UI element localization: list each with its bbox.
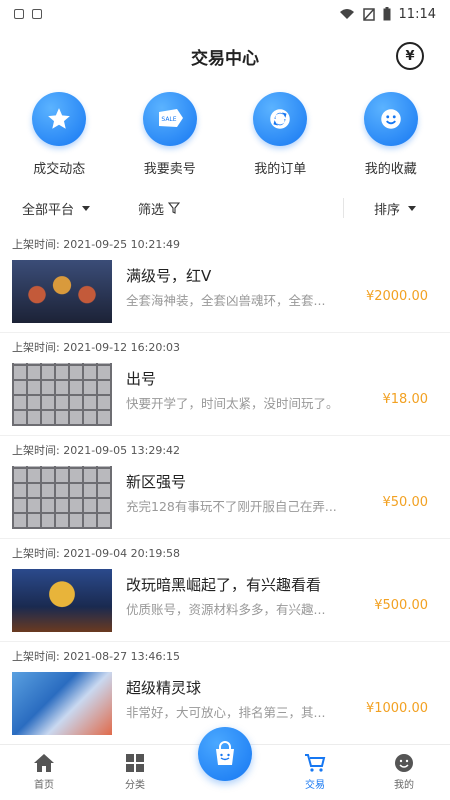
listing-list: 上架时间: 2021-09-25 10:21:49 满级号，红V 全套海神装，全… (0, 230, 450, 744)
listing-item[interactable]: 上架时间: 2021-09-05 13:29:42 新区强号 充完128有事玩不… (0, 436, 450, 539)
screen-filter[interactable]: 筛选 (138, 199, 181, 218)
caret-down-icon (408, 205, 417, 211)
svg-text:SALE: SALE (161, 116, 176, 123)
listing-title: 满级号，红V (126, 267, 212, 285)
listing-title: 改玩暗黑崛起了，有兴趣看看 (126, 576, 322, 594)
listing-time: 上架时间: 2021-09-04 20:19:58 (12, 547, 181, 560)
yuan-wallet-icon[interactable]: ¥ (396, 42, 424, 70)
quick-nav-trade-feed[interactable]: 成交动态 (9, 92, 109, 184)
status-bar: 11:14 (0, 0, 450, 28)
listing-description: 充完128有事玩不了刚开服自己在弄... (126, 499, 337, 514)
sale-tag-icon: SALE (142, 92, 197, 146)
listing-thumbnail (12, 672, 112, 735)
tab-mine[interactable]: 我的 (374, 753, 434, 791)
tab-trade[interactable]: 交易 (285, 753, 345, 791)
sort-filter[interactable]: 排序 (374, 199, 417, 218)
status-time: 11:14 (398, 6, 436, 22)
wifi-icon (339, 9, 354, 19)
header: 交易中心 ¥ (0, 36, 450, 76)
quick-nav-sell-account[interactable]: SALE 我要卖号 (120, 92, 220, 184)
quick-nav-label: 我的收藏 (364, 162, 417, 177)
platform-filter-label: 全部平台 (22, 202, 75, 218)
shopping-bag-button[interactable] (198, 727, 252, 781)
tab-label: 我的 (394, 780, 414, 791)
listing-price: ¥2000.00 (365, 289, 428, 304)
battery-icon (383, 7, 391, 21)
tab-home[interactable]: 首页 (14, 753, 74, 791)
quick-nav-label: 我要卖号 (143, 162, 196, 177)
listing-time: 上架时间: 2021-09-05 13:29:42 (12, 444, 181, 457)
listing-thumbnail (12, 363, 112, 426)
cart-icon (305, 754, 326, 772)
grid-icon (126, 754, 144, 772)
listing-thumbnail (12, 466, 112, 529)
listing-description: 全套海神装，全套凶兽魂环，全套... (126, 293, 326, 308)
listing-title: 超级精灵球 (126, 679, 202, 697)
listing-item[interactable]: 上架时间: 2021-09-04 20:19:58 改玩暗黑崛起了，有兴趣看看 … (0, 539, 450, 642)
home-icon (34, 754, 54, 772)
quick-nav-favorites[interactable]: 我的收藏 (341, 92, 441, 184)
caret-down-icon (82, 205, 91, 211)
no-sim-icon (362, 7, 375, 21)
quick-nav-label: 成交动态 (33, 162, 86, 177)
listing-price: ¥50.00 (382, 495, 429, 510)
star-icon (32, 92, 87, 146)
listing-thumbnail (12, 569, 112, 632)
listing-time: 上架时间: 2021-08-27 13:46:15 (12, 650, 181, 663)
tab-bar: 首页 分类 交易 我的 (0, 727, 450, 800)
listing-price: ¥18.00 (382, 392, 429, 407)
platform-filter[interactable]: 全部平台 (22, 199, 91, 218)
quick-nav-label: 我的订单 (254, 162, 307, 177)
listing-thumbnail (12, 260, 112, 323)
screen-filter-label: 筛选 (138, 202, 165, 218)
status-left (14, 9, 42, 19)
tab-category[interactable]: 分类 (105, 753, 165, 791)
funnel-icon (168, 202, 181, 214)
listing-description: 非常好，大可放心，排名第三，其... (126, 705, 326, 720)
tab-label: 首页 (34, 780, 54, 791)
quick-nav: 成交动态 SALE 我要卖号 我的订单 我的收藏 (0, 92, 450, 184)
filter-bar: 全部平台 筛选 排序 (0, 190, 450, 226)
listing-item[interactable]: 上架时间: 2021-09-25 10:21:49 满级号，红V 全套海神装，全… (0, 230, 450, 333)
shield-icon (32, 9, 42, 19)
page-title: 交易中心 (191, 48, 259, 69)
smiley-profile-icon (395, 754, 413, 772)
smile-favorite-icon (363, 92, 418, 146)
listing-title: 新区强号 (126, 473, 187, 491)
listing-price: ¥500.00 (374, 598, 428, 613)
quick-nav-my-orders[interactable]: 我的订单 (230, 92, 330, 184)
tab-label: 分类 (125, 780, 145, 791)
listing-description: 快要开学了，时间太紧，没时间玩了。 (126, 396, 339, 411)
listing-price: ¥1000.00 (365, 701, 428, 716)
refresh-order-icon (253, 92, 308, 146)
listing-time: 上架时间: 2021-09-12 16:20:03 (12, 341, 181, 354)
filter-divider (343, 198, 344, 218)
listing-title: 出号 (126, 370, 157, 388)
shopping-bag-icon (216, 741, 234, 765)
notification-icon (14, 9, 24, 19)
sort-filter-label: 排序 (374, 202, 401, 218)
tab-label: 交易 (305, 780, 325, 791)
listing-item[interactable]: 上架时间: 2021-09-12 16:20:03 出号 快要开学了，时间太紧，… (0, 333, 450, 436)
listing-description: 优质账号，资源材料多多，有兴趣... (126, 602, 326, 617)
listing-time: 上架时间: 2021-09-25 10:21:49 (12, 238, 181, 251)
status-right: 11:14 (339, 7, 436, 22)
